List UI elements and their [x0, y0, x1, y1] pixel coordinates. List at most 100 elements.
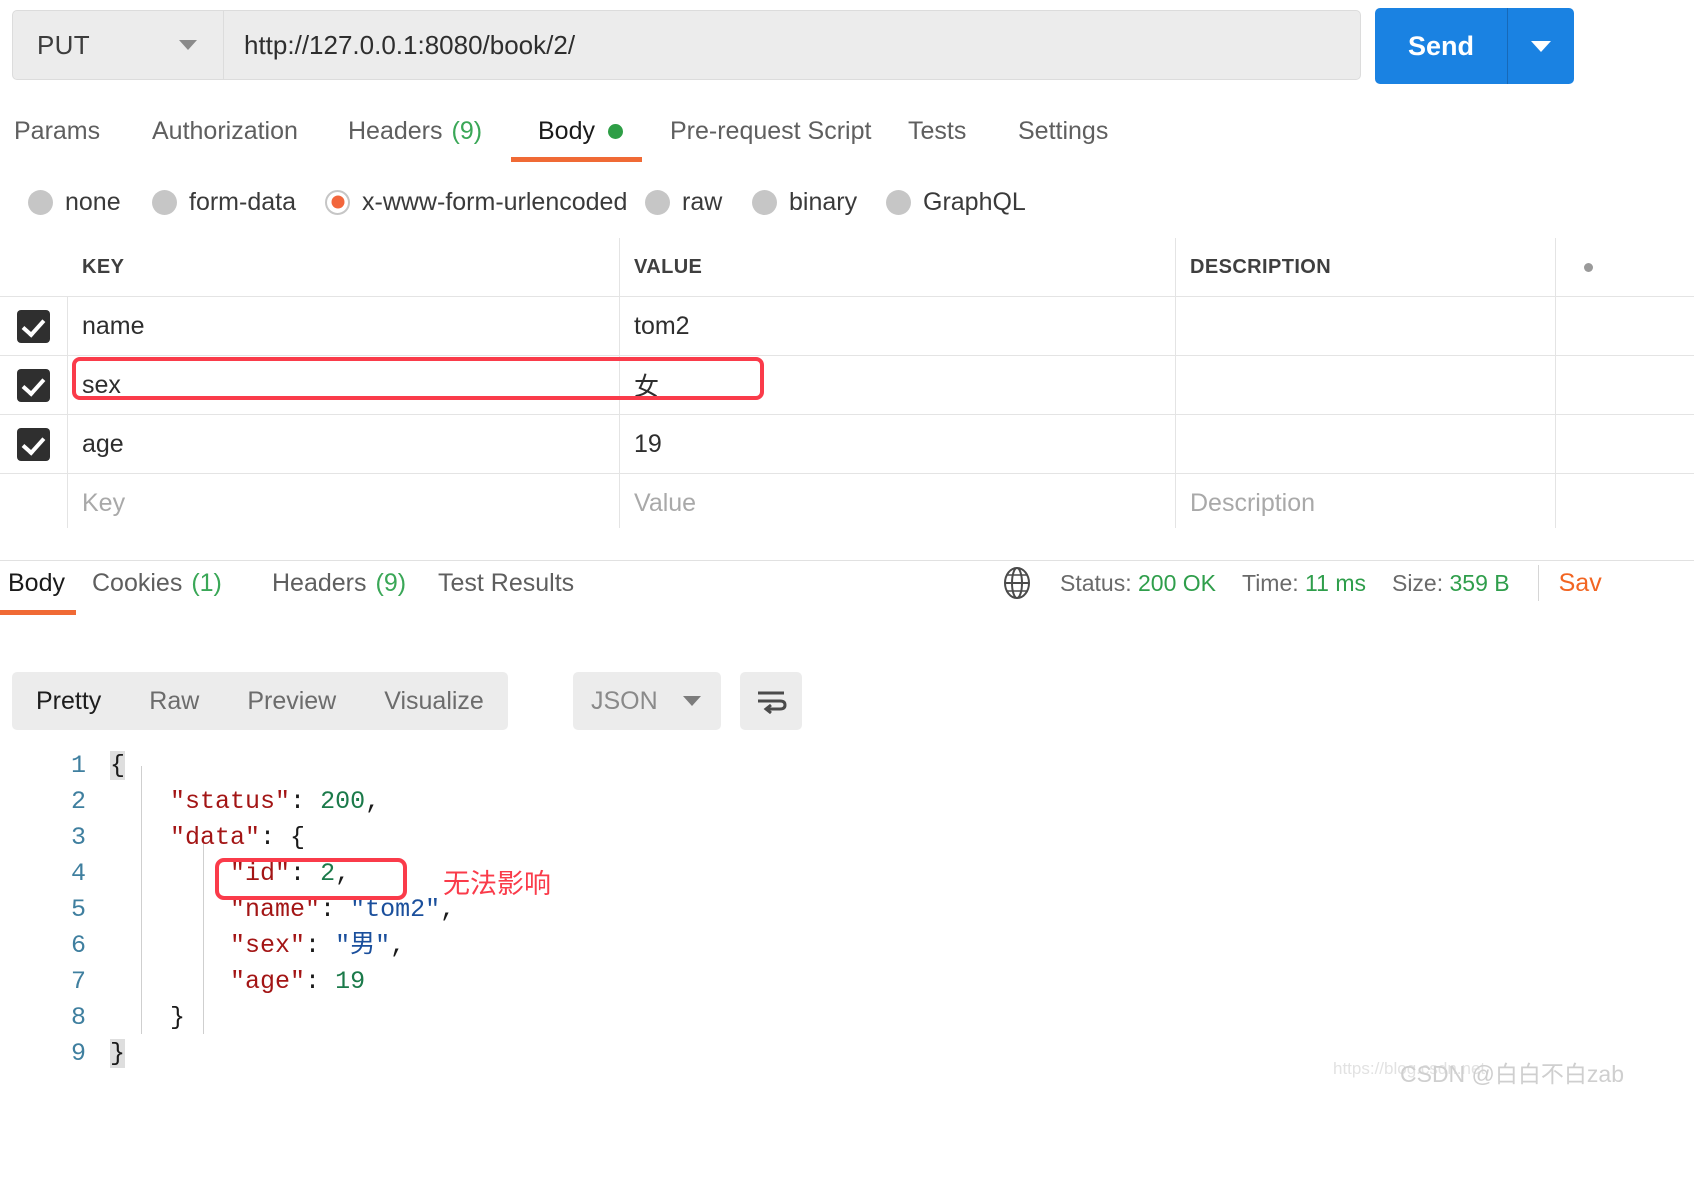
table-row[interactable]: name tom2 [0, 297, 1694, 356]
status-divider [1537, 565, 1539, 601]
code-line: 6 "sex": "男", [0, 928, 1694, 964]
new-description-input[interactable]: Description [1176, 474, 1556, 532]
row-key[interactable]: name [68, 297, 620, 355]
http-method-select[interactable]: PUT [12, 10, 224, 80]
view-mode-raw[interactable]: Raw [125, 672, 223, 730]
row-actions [1556, 474, 1694, 532]
radio-none[interactable]: none [28, 178, 121, 226]
radio-binary[interactable]: binary [752, 178, 857, 226]
view-mode-preview[interactable]: Preview [223, 672, 360, 730]
line-content: "name": "tom2", [230, 895, 456, 924]
line-content: } [110, 1003, 186, 1032]
row-checkbox[interactable] [0, 415, 68, 473]
json-string: "tom2" [350, 895, 441, 924]
body-modified-dot-icon [607, 123, 623, 139]
line-content: "data": { [170, 823, 306, 852]
view-mode-group: Pretty Raw Preview Visualize [12, 672, 508, 730]
line-content: } [110, 1039, 126, 1068]
line-number: 3 [70, 823, 86, 852]
active-response-tab-indicator [0, 610, 76, 615]
row-description[interactable] [1176, 297, 1556, 355]
row-checkbox[interactable] [0, 356, 68, 414]
tab-label: Test Results [438, 568, 575, 597]
annotation-note: 无法影响 [443, 869, 551, 900]
tab-headers[interactable]: Headers (9) [348, 102, 482, 160]
code-line: 1 { [0, 748, 1694, 784]
form-data-table: KEY VALUE DESCRIPTION name tom2 sex 女 ag… [0, 238, 1694, 533]
json-number: 200 [320, 787, 366, 816]
response-tab-test-results[interactable]: Test Results [438, 552, 574, 614]
radio-circle-icon [28, 189, 53, 215]
request-url-bar: PUT http://127.0.0.1:8080/book/2/ Send [0, 0, 1694, 90]
table-row[interactable]: sex 女 [0, 356, 1694, 415]
radio-circle-icon [886, 189, 911, 215]
json-key: "status" [170, 787, 291, 816]
table-row[interactable]: age 19 [0, 415, 1694, 474]
radio-x-www-form-urlencoded[interactable]: x-www-form-urlencoded [325, 178, 627, 226]
wrap-lines-button[interactable] [740, 672, 802, 730]
save-response-link[interactable]: Sav [1559, 569, 1602, 598]
line-content: { [110, 751, 126, 780]
row-value[interactable]: tom2 [620, 297, 1176, 355]
row-key[interactable]: age [68, 415, 620, 473]
row-value[interactable]: 女 [620, 356, 1176, 414]
view-mode-pretty[interactable]: Pretty [12, 672, 125, 730]
new-value-input[interactable]: Value [620, 474, 1176, 532]
header-description: DESCRIPTION [1176, 238, 1556, 296]
response-tab-headers[interactable]: Headers (9) [272, 552, 406, 614]
new-key-input[interactable]: Key [68, 474, 620, 532]
code-line: 5 "name": "tom2", [0, 892, 1694, 928]
radio-graphql[interactable]: GraphQL [886, 178, 1026, 226]
json-key: "id" [230, 859, 291, 888]
tab-label: Cookies [92, 568, 183, 597]
status-badge: Status: 200 OK [1060, 570, 1216, 597]
response-tab-body[interactable]: Body [8, 552, 65, 614]
row-description[interactable] [1176, 356, 1556, 414]
radio-circle-icon [752, 189, 777, 215]
line-number: 1 [70, 751, 86, 780]
tab-settings[interactable]: Settings [1018, 102, 1108, 160]
header-actions-cell[interactable] [1556, 238, 1694, 296]
tab-body[interactable]: Body [538, 102, 623, 160]
response-body-code[interactable]: 1 { 2 "status": 200, 3 "data": { 4 "id":… [0, 748, 1694, 1068]
row-actions [1556, 415, 1694, 473]
json-number: 19 [335, 967, 366, 996]
line-content: "status": 200, [170, 787, 381, 816]
url-input[interactable]: http://127.0.0.1:8080/book/2/ [224, 10, 1361, 80]
row-key[interactable]: sex [68, 356, 620, 414]
view-mode-visualize[interactable]: Visualize [360, 672, 508, 730]
code-line: 7 "age": 19 [0, 964, 1694, 1000]
tab-count: (9) [375, 568, 407, 597]
send-button[interactable]: Send [1375, 8, 1507, 84]
response-tab-cookies[interactable]: Cookies (1) [92, 552, 222, 614]
send-options-button[interactable] [1508, 8, 1574, 84]
row-checkbox-placeholder[interactable] [0, 474, 68, 532]
table-empty-row[interactable]: Key Value Description [0, 474, 1694, 533]
tab-label: Authorization [152, 116, 298, 145]
tab-pre-request-script[interactable]: Pre-request Script [670, 102, 871, 160]
checkbox-checked-icon [17, 427, 50, 461]
tab-label: Pre-request Script [670, 116, 872, 145]
radio-label: form-data [189, 187, 296, 216]
radio-form-data[interactable]: form-data [152, 178, 296, 226]
response-format-select[interactable]: JSON [573, 672, 721, 730]
line-content: "sex": "男", [230, 931, 406, 960]
globe-icon[interactable] [1000, 566, 1034, 600]
code-line: 8 } [0, 1000, 1694, 1036]
tab-label: Params [14, 116, 101, 145]
row-checkbox[interactable] [0, 297, 68, 355]
chevron-down-icon [683, 696, 701, 706]
radio-raw[interactable]: raw [645, 178, 722, 226]
radio-label: binary [789, 187, 858, 216]
tab-params[interactable]: Params [14, 102, 100, 160]
row-description[interactable] [1176, 415, 1556, 473]
time-badge: Time: 11 ms [1242, 570, 1366, 597]
row-value[interactable]: 19 [620, 415, 1176, 473]
size-value: 359 B [1449, 569, 1510, 596]
json-key: "data" [170, 823, 261, 852]
body-type-radio-group: none form-data x-www-form-urlencoded raw… [0, 178, 1694, 226]
tab-tests[interactable]: Tests [908, 102, 966, 160]
header-value: VALUE [620, 238, 1176, 296]
tab-authorization[interactable]: Authorization [152, 102, 298, 160]
chevron-down-icon [1531, 40, 1551, 52]
